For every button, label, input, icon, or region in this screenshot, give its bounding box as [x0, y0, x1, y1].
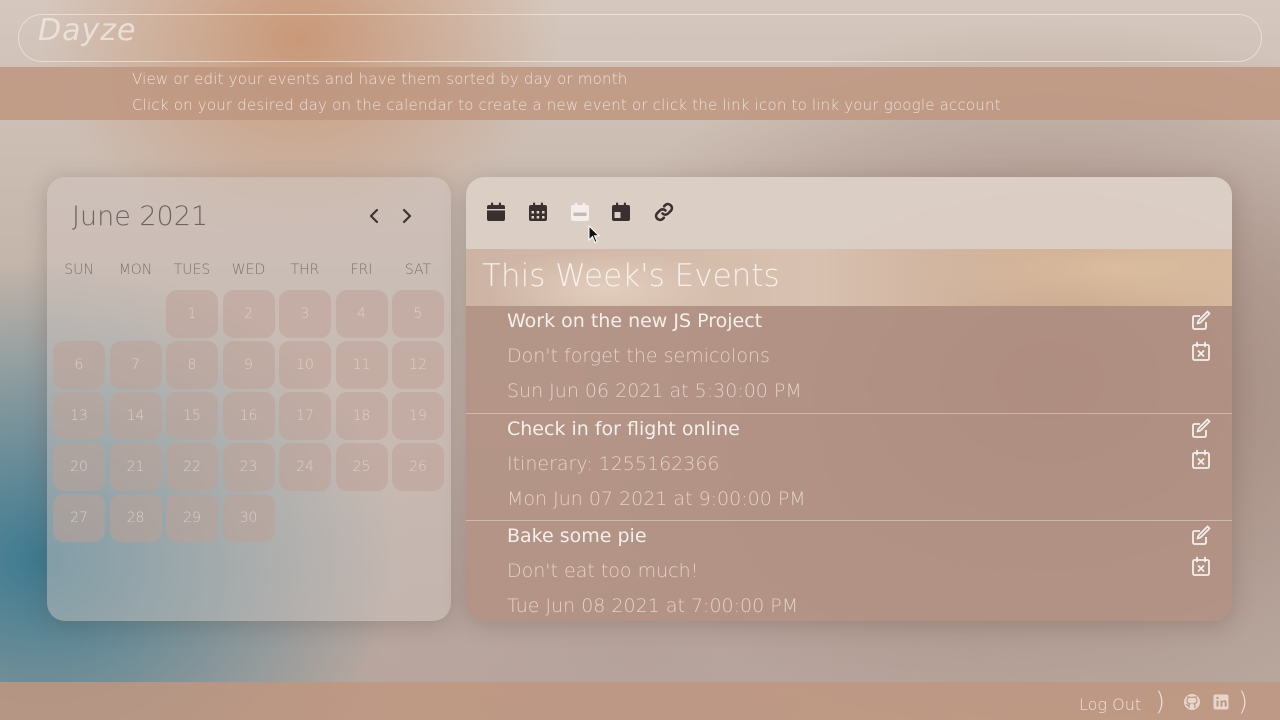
- info-line-1: View or edit your events and have them s…: [132, 70, 628, 88]
- delete-event-icon[interactable]: [1190, 448, 1212, 470]
- calendar-day[interactable]: 20: [53, 443, 105, 491]
- event-date: Sun Jun 06 2021 at 5:30:00 PM: [507, 380, 802, 402]
- event-description: Don't forget the semicolons: [507, 345, 770, 367]
- top-bar: [18, 14, 1262, 62]
- footer-divider: ): [1155, 687, 1166, 717]
- events-toolbar: [466, 177, 1232, 249]
- calendar-day[interactable]: 7: [109, 341, 162, 389]
- footer: Log Out ) ): [0, 682, 1280, 720]
- calendar-card: June 2021 SUN MON TUES WED THR FRI SAT 1234567…: [47, 177, 451, 621]
- calendar-day[interactable]: 2: [222, 290, 275, 338]
- calendar-day[interactable]: 28: [109, 494, 162, 542]
- calendar-day[interactable]: 30: [222, 494, 275, 542]
- calendar-day[interactable]: 9: [222, 341, 275, 389]
- event-name: Work on the new JS Project: [507, 310, 763, 332]
- calendar-week-icon[interactable]: [569, 201, 591, 223]
- weekday-label: THR: [290, 262, 320, 278]
- calendar-month-icon[interactable]: [527, 201, 549, 223]
- weekday-label: FRI: [350, 262, 373, 278]
- calendar-day[interactable]: 5: [392, 290, 444, 338]
- calendar-day[interactable]: 18: [335, 392, 388, 440]
- event-item[interactable]: Check in for flight online Itinerary: 12…: [466, 413, 1232, 521]
- edit-icon[interactable]: [1190, 309, 1212, 331]
- calendar-day[interactable]: 13: [53, 392, 105, 440]
- calendar-day[interactable]: 14: [109, 392, 162, 440]
- link-icon[interactable]: [653, 201, 675, 223]
- calendar-day[interactable]: 12: [392, 341, 444, 389]
- weekday-label: MON: [118, 262, 153, 278]
- calendar-day[interactable]: 4: [335, 290, 388, 338]
- calendar-day[interactable]: 24: [279, 443, 331, 491]
- calendar-day[interactable]: 22: [166, 443, 218, 491]
- calendar-month-label: June 2021: [72, 201, 209, 232]
- calendar-day[interactable]: 21: [109, 443, 162, 491]
- calendar-day[interactable]: 27: [53, 494, 105, 542]
- weekday-label: WED: [231, 262, 266, 278]
- mouse-cursor-icon: [588, 224, 602, 245]
- delete-event-icon[interactable]: [1190, 555, 1212, 577]
- delete-event-icon[interactable]: [1190, 340, 1212, 362]
- edit-icon[interactable]: [1190, 524, 1212, 546]
- calendar-day-icon[interactable]: [485, 201, 507, 223]
- events-header: This Week's Events: [466, 249, 1232, 306]
- chevron-right-icon[interactable]: [396, 205, 418, 227]
- calendar-day[interactable]: 6: [53, 341, 105, 389]
- calendar-day[interactable]: 16: [222, 392, 275, 440]
- weekday-label: SUN: [64, 262, 94, 278]
- event-description: Don't eat too much!: [507, 560, 699, 582]
- calendar-day[interactable]: 26: [392, 443, 444, 491]
- event-name: Bake some pie: [507, 525, 647, 547]
- calendar-day[interactable]: 11: [335, 341, 388, 389]
- calendar-day[interactable]: 23: [222, 443, 275, 491]
- event-date: Mon Jun 07 2021 at 9:00:00 PM: [507, 488, 806, 510]
- calendar-day[interactable]: 19: [392, 392, 444, 440]
- calendar-day[interactable]: 1: [166, 290, 218, 338]
- events-card: This Week's Events Work on the new JS Pr…: [466, 177, 1232, 621]
- info-line-2: Click on your desired day on the calenda…: [132, 96, 1001, 114]
- calendar-day[interactable]: 15: [166, 392, 218, 440]
- info-banner: View or edit your events and have them s…: [0, 67, 1280, 120]
- event-name: Check in for flight online: [507, 418, 740, 440]
- calendar-day[interactable]: 25: [335, 443, 388, 491]
- weekday-label: TUES: [173, 262, 211, 278]
- event-description: Itinerary: 1255162366: [507, 453, 720, 475]
- event-item[interactable]: Work on the new JS Project Don't forget …: [466, 306, 1232, 413]
- events-title: This Week's Events: [482, 258, 780, 294]
- edit-icon[interactable]: [1190, 417, 1212, 439]
- calendar-day[interactable]: 3: [279, 290, 331, 338]
- calendar-day[interactable]: 29: [166, 494, 218, 542]
- calendar-day[interactable]: 17: [279, 392, 331, 440]
- chevron-left-icon[interactable]: [363, 205, 385, 227]
- linkedin-icon[interactable]: [1212, 693, 1230, 711]
- footer-divider: ): [1238, 687, 1249, 717]
- event-date: Tue Jun 08 2021 at 7:00:00 PM: [507, 595, 799, 617]
- calendar-day[interactable]: 10: [279, 341, 331, 389]
- logout-link[interactable]: Log Out: [1079, 695, 1141, 714]
- calendar-day[interactable]: 8: [166, 341, 218, 389]
- github-icon[interactable]: [1183, 693, 1201, 711]
- calendar-today-icon[interactable]: [610, 201, 632, 223]
- event-item[interactable]: Bake some pie Don't eat too much! Tue Ju…: [466, 520, 1232, 621]
- app-logo[interactable]: Dayze: [38, 13, 136, 48]
- weekday-label: SAT: [404, 262, 432, 278]
